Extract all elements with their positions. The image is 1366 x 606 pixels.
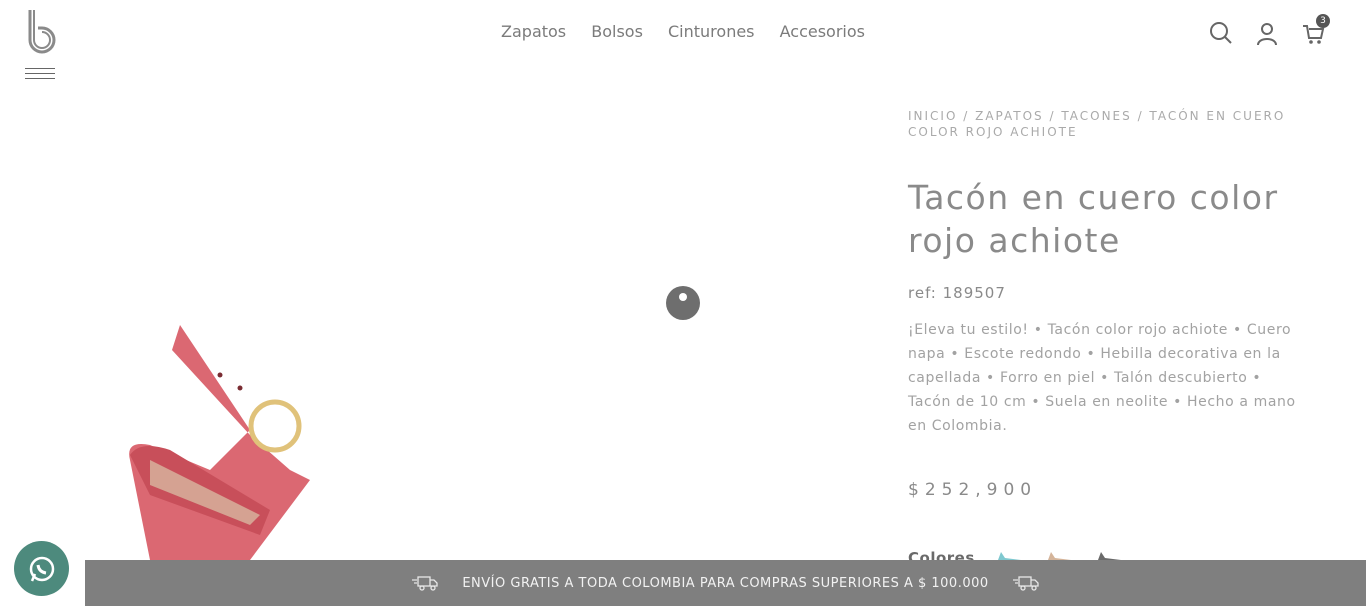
product-description: ¡Eleva tu estilo! • Tacón color rojo ach… <box>908 322 1296 435</box>
product-ref: ref: 189507 <box>908 284 1006 303</box>
breadcrumb-tacones[interactable]: TACONES <box>1061 109 1131 123</box>
whatsapp-icon <box>29 556 54 581</box>
product-price: $252,900 <box>908 480 1038 501</box>
breadcrumb-separator: / <box>1043 109 1062 123</box>
breadcrumb-separator: / <box>957 109 976 123</box>
truck-icon <box>412 576 438 591</box>
nav-item-zapatos[interactable]: Zapatos <box>501 22 566 41</box>
hamburger-line <box>25 78 55 79</box>
breadcrumb-separator: / <box>1131 109 1150 123</box>
breadcrumb-zapatos[interactable]: ZAPATOS <box>975 109 1044 123</box>
loading-spinner <box>666 286 700 320</box>
product-title: Tacón en cuero color rojo achiote <box>908 178 1279 260</box>
truck-icon <box>1012 576 1039 591</box>
shipping-banner: ENVÍO GRATIS A TODA COLOMBIA PARA COMPRA… <box>85 560 1366 606</box>
main-nav: Zapatos Bolsos Cinturones Accesorios <box>0 22 1366 41</box>
user-icon[interactable] <box>1254 20 1280 46</box>
breadcrumb-home[interactable]: INICIO <box>908 109 957 123</box>
shipping-banner-text: ENVÍO GRATIS A TODA COLOMBIA PARA COMPRA… <box>462 575 989 591</box>
product-image[interactable] <box>110 320 440 560</box>
hamburger-line <box>25 68 55 69</box>
product-info: INICIO / ZAPATOS / TACONES / TACÓN EN CU… <box>908 108 1308 568</box>
cart-button[interactable]: 3 <box>1300 14 1330 46</box>
header-actions: 3 <box>1208 14 1330 46</box>
site-header: Zapatos Bolsos Cinturones Accesorios 3 <box>0 0 1366 90</box>
nav-item-bolsos[interactable]: Bolsos <box>591 22 643 41</box>
hamburger-line <box>25 73 55 74</box>
breadcrumb: INICIO / ZAPATOS / TACONES / TACÓN EN CU… <box>908 108 1308 140</box>
search-icon[interactable] <box>1208 20 1234 46</box>
cart-count-badge: 3 <box>1316 14 1330 28</box>
nav-item-cinturones[interactable]: Cinturones <box>668 22 755 41</box>
menu-toggle-button[interactable] <box>25 68 55 84</box>
whatsapp-button[interactable] <box>14 541 69 596</box>
nav-item-accesorios[interactable]: Accesorios <box>780 22 865 41</box>
